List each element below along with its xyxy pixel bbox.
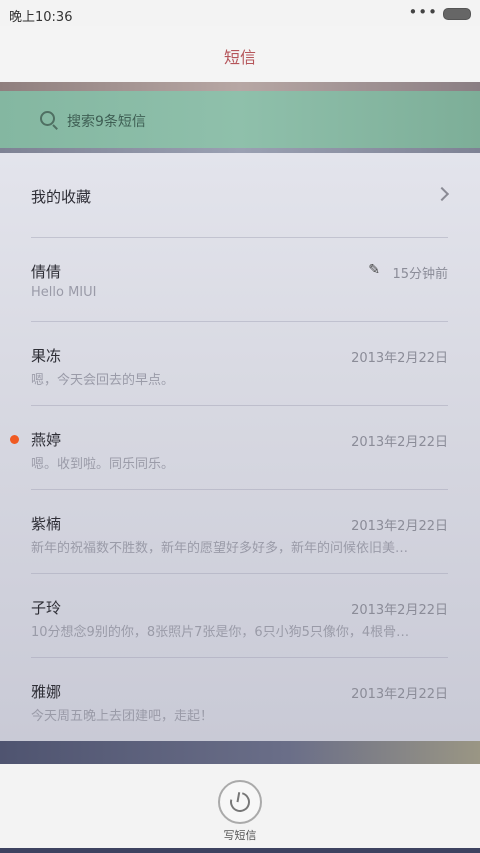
footer-divider xyxy=(0,741,480,764)
message-preview: 嗯。收到啦。同乐同乐。 xyxy=(31,457,175,472)
compose-label: 写短信 xyxy=(223,829,257,842)
status-bar: 晚上10:36 ••• xyxy=(0,0,480,26)
search-input[interactable]: 搜索9条短信 xyxy=(67,111,146,131)
bottom-edge xyxy=(0,848,480,853)
battery-icon xyxy=(443,8,471,20)
contact-name: 紫楠 xyxy=(31,515,62,533)
contact-name: 子玲 xyxy=(31,599,62,617)
status-time: 晚上10:36 xyxy=(9,10,73,25)
message-preview: 今天周五晚上去团建吧，走起！ xyxy=(31,709,214,724)
contact-name: 雅娜 xyxy=(31,683,62,701)
message-time: 2013年2月22日 xyxy=(351,435,448,450)
compose-button[interactable] xyxy=(218,780,262,824)
favorites-row[interactable]: 我的收藏 xyxy=(0,153,480,237)
conversation-list: 我的收藏 倩倩 ✎ 15分钟前 Hello MIUI 果冻 2013年2月22日… xyxy=(0,153,480,741)
message-preview: 嗯，今天会回去的早点。 xyxy=(31,373,175,388)
row-divider xyxy=(31,237,448,238)
conversation-row[interactable]: 倩倩 ✎ 15分钟前 Hello MIUI xyxy=(0,237,480,321)
draft-pencil-icon: ✎ xyxy=(368,262,380,278)
row-divider xyxy=(31,321,448,322)
row-divider xyxy=(31,657,448,658)
message-time: 2013年2月22日 xyxy=(351,687,448,702)
message-preview: 10分想念9别的你，8张照片7张是你，6只小狗5只像你，4根骨… xyxy=(31,625,410,640)
message-preview: Hello MIUI xyxy=(31,285,97,300)
contact-name: 燕婷 xyxy=(31,431,62,449)
message-time: 15分钟前 xyxy=(392,267,448,282)
message-time: 2013年2月22日 xyxy=(351,603,448,618)
conversation-row[interactable]: 雅娜 2013年2月22日 今天周五晚上去团建吧，走起！ xyxy=(0,657,480,741)
row-divider xyxy=(31,405,448,406)
unread-dot-icon xyxy=(10,435,19,444)
page-title: 短信 xyxy=(223,48,256,67)
favorites-label: 我的收藏 xyxy=(31,188,92,206)
more-dots-icon: ••• xyxy=(408,3,438,21)
message-time: 2013年2月22日 xyxy=(351,519,448,534)
conversation-row[interactable]: 紫楠 2013年2月22日 新年的祝福数不胜数，新年的愿望好多好多，新年的问候依… xyxy=(0,489,480,573)
contact-name: 果冻 xyxy=(31,347,62,365)
search-icon xyxy=(40,111,55,126)
title-bar: 短信 xyxy=(0,26,480,82)
message-preview: 新年的祝福数不胜数，新年的愿望好多好多，新年的问候依旧美… xyxy=(31,541,409,556)
bottom-bar: 写短信 xyxy=(0,764,480,848)
row-divider xyxy=(31,573,448,574)
contact-name: 倩倩 xyxy=(31,263,62,281)
search-bar[interactable]: 搜索9条短信 xyxy=(0,91,480,148)
compose-icon xyxy=(226,788,254,816)
header-divider xyxy=(0,82,480,91)
conversation-row[interactable]: 果冻 2013年2月22日 嗯，今天会回去的早点。 xyxy=(0,321,480,405)
conversation-row[interactable]: 燕婷 2013年2月22日 嗯。收到啦。同乐同乐。 xyxy=(0,405,480,489)
conversation-row[interactable]: 子玲 2013年2月22日 10分想念9别的你，8张照片7张是你，6只小狗5只像… xyxy=(0,573,480,657)
message-time: 2013年2月22日 xyxy=(351,351,448,366)
row-divider xyxy=(31,489,448,490)
chevron-right-icon xyxy=(434,186,450,202)
